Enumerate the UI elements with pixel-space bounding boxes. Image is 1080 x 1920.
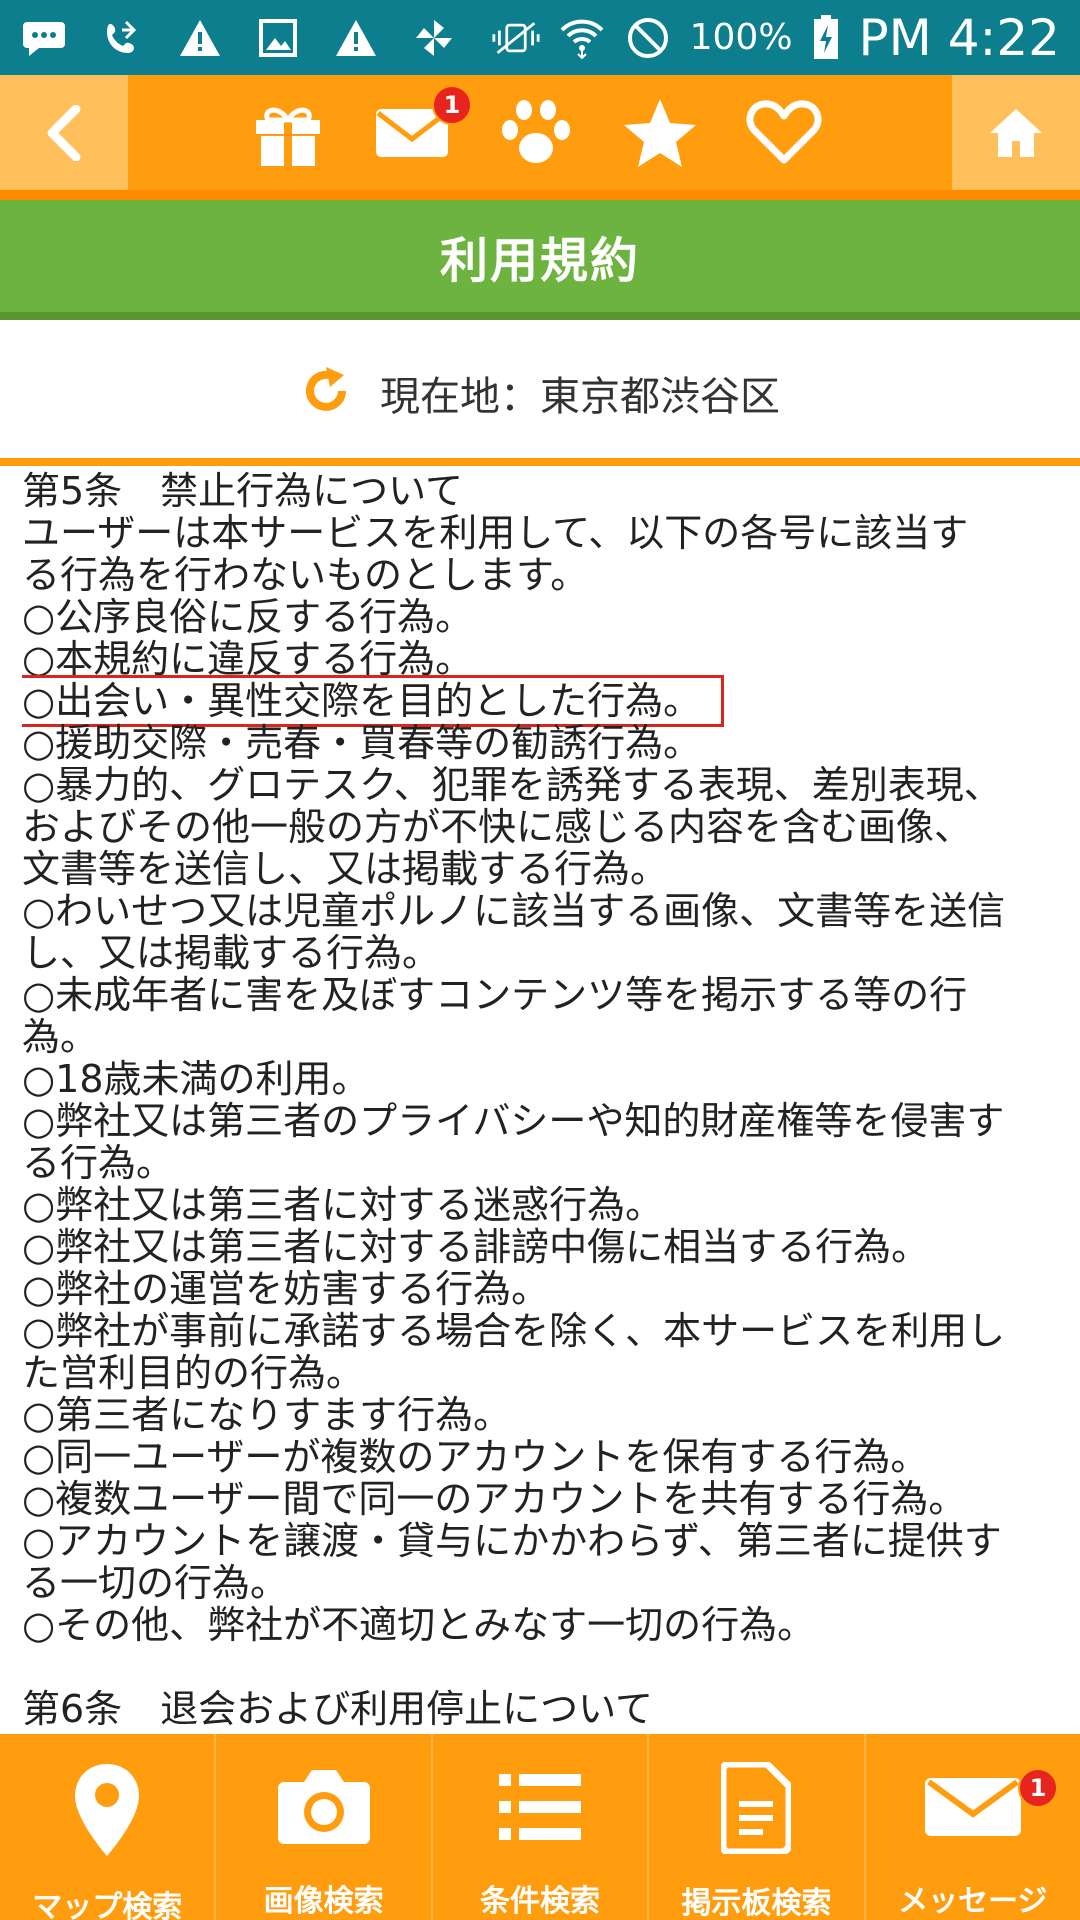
back-button[interactable] [0,75,128,190]
terms-line: る一切の行為。 [22,1561,289,1605]
mail-button[interactable]: 1 [374,84,472,171]
highlighted-line: ○出会い・異性交際を目的とした行為。 [22,675,725,727]
image-search-tab[interactable]: 画像検索 [216,1734,433,1920]
map-search-tab[interactable]: マップ検索 [0,1734,217,1920]
terms-line: ○公序良俗に反する行為。 [22,595,474,639]
wifi-icon [558,16,606,60]
bottom-label: マップ検索 [32,1890,183,1920]
article-heading: 第5条 禁止行為について [22,470,464,513]
terms-content: 第5条 禁止行為について ユーザーは本サービスを利用して、以下の各号に該当す る… [22,470,1062,1732]
terms-line: ○同一ユーザーが複数のアカウントを保有する行為。 [22,1435,929,1479]
mail-icon [924,1778,1021,1836]
bottom-label: 画像検索 [263,1884,384,1919]
terms-line: ○その他、弊社が不適切とみなす一切の行為。 [22,1603,816,1647]
terms-line: ○援助交際・売春・買春等の勧誘行為。 [22,721,702,765]
status-icons-left [20,16,458,60]
message-icon [20,16,68,60]
terms-line: る行為を行わないものとします。 [22,553,589,597]
page-title-bar: 利用規約 [0,200,1080,320]
battery-percent: 100% [689,17,793,58]
gift-button[interactable] [250,95,326,171]
bottom-label: メッセージ [898,1884,1048,1919]
clock-time: PM 4:22 [858,8,1060,67]
refresh-button[interactable] [300,365,352,421]
article-heading: 第6条 退会および利用停止について [22,1687,654,1731]
heart-button[interactable] [746,95,822,171]
terms-line: ○複数ユーザー間で同一のアカウントを共有する行為。 [22,1477,967,1521]
warning-icon [332,16,380,60]
back-arrow-icon [47,104,81,161]
bottom-label: 条件検索 [480,1884,601,1919]
bottom-navigation: マップ検索 画像検索 条件検索 掲示板検索 1 メッセージ [0,1734,1080,1920]
terms-line: ○本規約に違反する行為。 [22,637,474,681]
message-badge: 1 [1018,1768,1059,1808]
bottom-label: 掲示板検索 [681,1886,832,1920]
vibrate-mute-icon [492,16,540,60]
document-icon [721,1762,792,1854]
call-forward-icon [98,16,146,60]
location-text: 現在地：東京都渋谷区 [380,374,780,420]
warning-icon [176,16,224,60]
terms-line: およびその他一般の方が不快に感じる内容を含む画像、 [22,805,973,849]
battery-charging-icon [811,14,841,60]
page-title: 利用規約 [439,233,640,289]
status-icons-right: 100% PM 4:22 [492,9,1060,67]
board-search-tab[interactable]: 掲示板検索 [649,1734,866,1920]
image-icon [254,16,302,60]
star-button[interactable] [622,95,698,171]
star-icon [624,98,696,167]
home-button[interactable] [952,75,1080,190]
terms-line: ユーザーは本サービスを利用して、以下の各号に該当す [22,511,969,555]
nav-icon-group: 1 [250,75,822,190]
nav-divider [0,190,1080,200]
terms-line: る行為。 [22,1141,175,1185]
terms-line: ○18歳未満の利用。 [22,1057,370,1101]
home-icon [990,108,1042,157]
terms-line: ○未成年者に害を及ぼすコンテンツ等を掲示する等の行 [22,973,968,1017]
terms-line: ○アカウントを譲渡・貸与にかかわらず、第三者に提供す [22,1519,1002,1563]
terms-line: ○弊社又は第三者に対する迷惑行為。 [22,1183,664,1227]
location-divider [0,458,1080,466]
terms-line: ○弊社又は第三者に対する誹謗中傷に相当する行為。 [22,1225,930,1269]
block-icon [624,16,672,60]
terms-line: ○弊社又は第三者のプライバシーや知的財産権等を侵害す [22,1099,1005,1143]
list-icon [499,1774,582,1840]
terms-line: た営利目的の行為。 [22,1351,365,1395]
gift-icon [256,107,320,166]
map-pin-icon [75,1764,140,1856]
condition-search-tab[interactable]: 条件検索 [433,1734,650,1920]
terms-line: し、又は掲載する行為。 [22,931,441,975]
status-bar: 100% PM 4:22 [0,0,1080,75]
message-tab[interactable]: 1 メッセージ [866,1734,1080,1920]
paw-button[interactable] [498,95,574,171]
terms-line: ○弊社の運営を妨害する行為。 [22,1267,550,1311]
terms-line: ○わいせつ又は児童ポルノに該当する画像、文書等を送信 [22,889,1006,933]
top-navigation: 1 [0,75,1080,190]
terms-line: ○暴力的、グロテスク、犯罪を誘発する表現、差別表現、 [22,763,1002,807]
terms-line: 文書等を送信し、又は掲載する行為。 [22,847,669,891]
terms-line: 為。 [22,1015,99,1059]
pinwheel-icon [410,16,458,60]
paw-icon [502,99,570,163]
heart-icon [746,99,822,163]
mail-badge: 1 [432,84,472,125]
terms-line: ○第三者になりすます行為。 [22,1393,512,1437]
terms-line: ○弊社が事前に承諾する場合を除く、本サービスを利用し [22,1309,1006,1353]
refresh-icon [306,367,346,411]
location-bar: 現在地：東京都渋谷区 [0,328,1080,458]
camera-icon [277,1770,370,1844]
